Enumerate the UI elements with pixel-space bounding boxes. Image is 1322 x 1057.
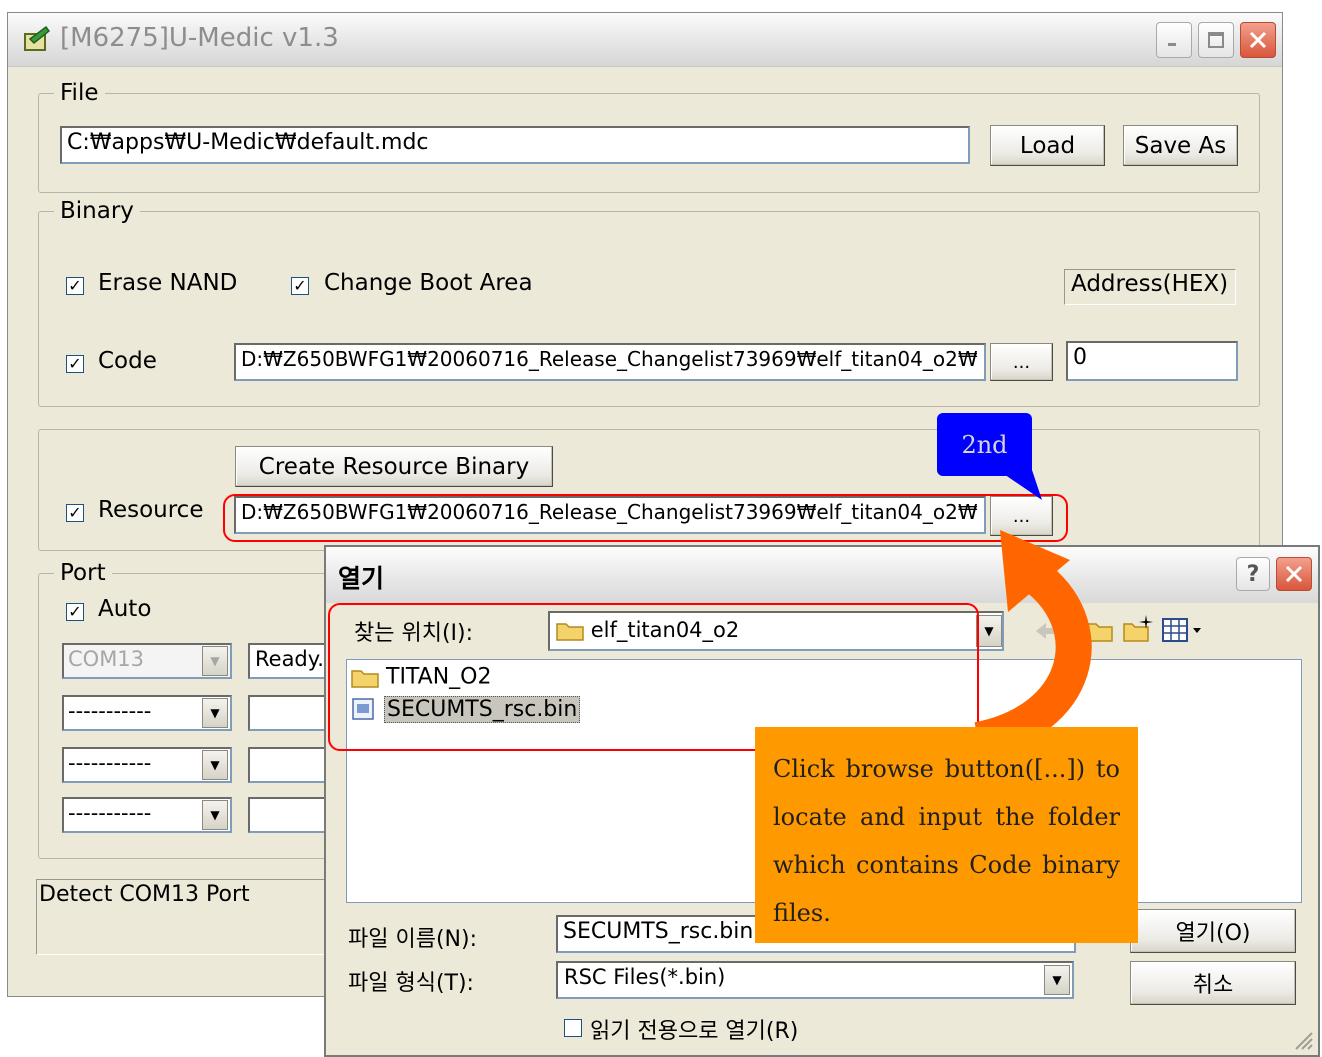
port-combo-4-value: ----------- [68,801,152,825]
resource-checkbox[interactable]: ✓ [66,504,84,522]
maximize-icon [1208,32,1224,48]
readonly-checkbox[interactable] [564,1019,582,1037]
instruction-note: Click browse button([...]) to locate and… [755,727,1138,943]
erase-nand-checkbox[interactable]: ✓ [66,277,84,295]
view-menu-icon[interactable] [1162,617,1204,643]
port-legend: Port [54,560,112,586]
help-icon: ? [1246,561,1260,587]
code-checkbox[interactable]: ✓ [66,355,84,373]
port-combo-2-dropdown-icon[interactable]: ▼ [202,698,228,728]
file-legend: File [54,80,105,106]
port-combo-3-value: ----------- [68,751,152,775]
dialog-title: 열기 [338,564,385,593]
filename-label: 파일 이름(N): [348,927,477,952]
address-header: Address(HEX) [1064,269,1236,305]
change-boot-label: Change Boot Area [324,270,533,296]
auto-checkbox[interactable]: ✓ [66,603,84,621]
filetype-value: RSC Files(*.bin) [564,965,726,989]
new-folder-icon[interactable] [1122,613,1154,645]
code-label: Code [98,348,157,374]
resource-highlight-box [223,494,1068,542]
filetype-label: 파일 형식(T): [348,971,474,996]
code-path-input[interactable]: D:₩Z650BWFG1₩20060716_Release_Changelist… [234,343,986,381]
code-browse-button[interactable]: ... [990,343,1053,381]
resource-label: Resource [98,497,204,523]
app-icon [24,25,50,51]
window-title: [M6275]U-Medic v1.3 [60,23,339,53]
binary-legend: Binary [54,198,140,224]
close-icon [1285,565,1303,583]
com-port-dropdown-icon: ▼ [202,646,228,676]
close-button[interactable] [1240,22,1276,58]
status-text: Detect COM13 Port [39,882,250,907]
help-button[interactable]: ? [1236,557,1270,591]
load-button[interactable]: Load [990,125,1105,166]
readonly-label: 읽기 전용으로 열기(R) [590,1019,799,1044]
port-combo-3-dropdown-icon[interactable]: ▼ [202,750,228,780]
code-address-input[interactable]: 0 [1066,341,1238,381]
maximize-button[interactable] [1198,22,1234,58]
erase-nand-label: Erase NAND [98,270,238,296]
cancel-button[interactable]: 취소 [1130,961,1296,1005]
title-bar[interactable]: [M6275]U-Medic v1.3 [8,13,1282,67]
file-path-input[interactable]: C:₩apps₩U-Medic₩default.mdc [60,126,970,164]
curved-arrow-icon [973,530,1092,758]
port-combo-2-value: ----------- [68,699,152,723]
dialog-close-button[interactable] [1276,557,1312,591]
callout-pointer [998,470,1042,500]
filetype-combo[interactable]: RSC Files(*.bin) [556,961,1074,999]
filetype-dropdown-icon[interactable]: ▼ [1044,965,1070,995]
minimize-icon [1168,43,1176,46]
close-icon [1249,31,1267,49]
dialog-title-bar[interactable]: 열기 ? [326,547,1318,603]
port-combo-4-dropdown-icon[interactable]: ▼ [202,800,228,830]
auto-label: Auto [98,596,152,622]
minimize-button[interactable] [1156,22,1192,58]
open-button[interactable]: 열기(O) [1130,909,1296,953]
resize-grip-icon[interactable] [1292,1029,1316,1053]
com-port-value: COM13 [68,647,145,671]
create-resource-binary-button[interactable]: Create Resource Binary [235,446,553,487]
save-as-button[interactable]: Save As [1123,125,1238,166]
change-boot-checkbox[interactable]: ✓ [291,277,309,295]
step-callout: 2nd [937,413,1032,476]
